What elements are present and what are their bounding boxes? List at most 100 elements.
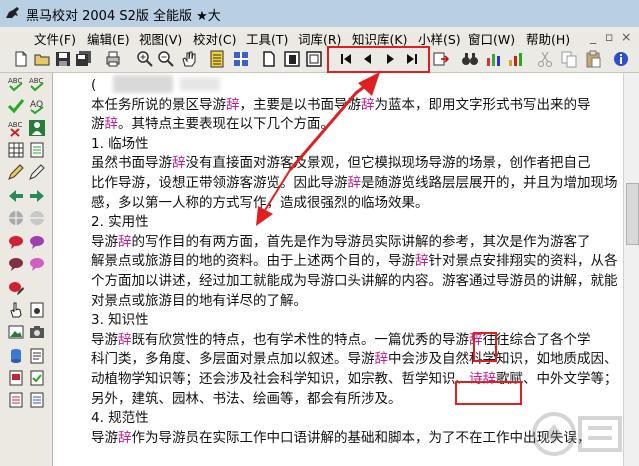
highlighted-word: 辞 <box>118 331 132 348</box>
blurred-region <box>113 75 173 93</box>
comment-red-icon[interactable] <box>7 233 25 251</box>
doc-check-icon[interactable] <box>28 369 46 387</box>
menu-tools[interactable]: 工具(T) <box>246 29 288 48</box>
document-line: 另外，建筑、园林、书法、绘画等，都会有所涉及。 <box>91 390 402 410</box>
menu-window[interactable]: 窗口(W) <box>468 29 515 48</box>
zoom-out-icon[interactable] <box>157 50 175 68</box>
save-all-icon[interactable] <box>75 50 93 68</box>
mdi-close-icon[interactable]: × <box>621 29 631 44</box>
title-bar: 黑马校对 2004 S2版 全能版 ★大 <box>0 0 639 28</box>
info-icon[interactable] <box>612 50 630 68</box>
document-line: 导游辞作为导游员在实际工作中口语讲解的基础和脚本，为了不在工作中出现失误， <box>91 429 591 449</box>
document-line: 游辞。其特点主要表现在以下几个方面。 <box>91 115 334 135</box>
text-segment: 导游 <box>91 331 118 348</box>
document-line: 科门类，多角度、多层面对景点加以叙述。导游辞中会涉及自然科学知识，如地质成因、 <box>91 350 618 370</box>
left-tool-sidebar: ABC ABC AQ ABC <box>0 73 53 466</box>
menu-edit[interactable]: 编辑(E) <box>87 29 130 48</box>
window-title: 黑马校对 2004 S2版 全能版 ★大 <box>26 9 221 24</box>
comment-pencil-icon[interactable] <box>7 279 25 297</box>
doc-text-icon[interactable] <box>28 347 46 365</box>
globe-alt-icon[interactable] <box>28 209 46 227</box>
text-segment: 没有直接面对游客及景观，但它模拟现场导游的场景，创作者把自己 <box>185 155 591 172</box>
arrow-left-icon[interactable] <box>7 187 25 205</box>
menu-help[interactable]: 帮助(H) <box>526 29 570 48</box>
comment-pink-icon[interactable] <box>28 255 46 273</box>
page-double-icon[interactable] <box>283 50 301 68</box>
scrollbar-thumb[interactable] <box>626 183 639 245</box>
text-segment: 往往综合了各个学 <box>482 331 591 348</box>
grid-icon[interactable] <box>232 50 250 68</box>
hand-icon[interactable] <box>180 50 198 68</box>
menu-bar: 文件(F) 编辑(E) 视图(V) 校对(C) 工具(T) 词库(R) 知识库(… <box>0 27 639 47</box>
text-segment: ( <box>91 77 97 93</box>
menu-proofread[interactable]: 校对(C) <box>193 29 236 48</box>
text-segment: 为蓝本，即用文字形式书写出来的导 <box>374 96 591 113</box>
check-q-icon[interactable]: AQ <box>28 97 46 115</box>
text-segment: 导游 <box>91 429 118 446</box>
page-multi-icon[interactable] <box>305 50 323 68</box>
pencil-check-icon[interactable] <box>7 163 25 181</box>
abc-check-icon[interactable]: ABC <box>7 75 25 93</box>
photo-icon[interactable] <box>7 323 25 341</box>
print-icon[interactable] <box>104 50 122 68</box>
highlighted-word: 辞 <box>172 155 186 172</box>
text-segment: 感，多以第一人称的方式写作，造成很强烈的临场效果。 <box>91 194 429 211</box>
doc-red-icon[interactable] <box>7 391 25 409</box>
save-icon[interactable] <box>54 50 72 68</box>
new-doc-icon[interactable] <box>12 50 30 68</box>
cut-icon[interactable] <box>536 50 554 68</box>
notes-icon[interactable] <box>208 50 226 68</box>
text-segment: 4. 规范性 <box>91 410 149 427</box>
document-line: 虽然书面导游辞没有直接面对游客及景观，但它模拟现场导游的场景，创作者把自己 <box>91 154 591 174</box>
bar-chart-icon[interactable] <box>507 50 525 68</box>
camera-icon[interactable] <box>28 323 46 341</box>
hand-pointer-icon[interactable] <box>7 301 25 319</box>
document-line: 感，多以第一人称的方式写作，造成很强烈的临场效果。 <box>91 194 429 214</box>
open-folder-icon[interactable] <box>33 50 51 68</box>
person-icon[interactable] <box>28 119 46 137</box>
binoculars-icon[interactable] <box>461 50 479 68</box>
copy-icon[interactable] <box>560 50 578 68</box>
doc-stamp-icon[interactable] <box>28 301 46 319</box>
abc-x-icon[interactable]: ABC <box>7 119 25 137</box>
table-grid-icon[interactable] <box>7 141 25 159</box>
pencil-icon[interactable] <box>28 163 46 181</box>
page-navigation-highlight <box>327 46 430 73</box>
menu-view[interactable]: 视图(V) <box>139 29 182 48</box>
page-icon[interactable] <box>260 50 278 68</box>
text-segment: 的写作目的有两方面，首先是作为导游员实际讲解的参考，其次是作为游客了 <box>131 233 591 250</box>
text-segment: 比作导游，设想正带领游客游览。因此导游 <box>91 175 348 191</box>
doc-list-icon[interactable] <box>28 141 46 159</box>
mdi-restore-icon[interactable]: ▫ <box>605 29 613 44</box>
mdi-minimize-icon[interactable]: _ <box>590 29 596 44</box>
doc-image-icon[interactable] <box>7 369 25 387</box>
abc-check-alt-icon[interactable]: ABC <box>28 75 46 93</box>
paste-icon[interactable] <box>584 50 602 68</box>
doc-blue-icon[interactable] <box>28 391 46 409</box>
watermark-logo-icon <box>532 412 622 456</box>
document-line: 导游辞既有欣赏性的特点，也有学术性的特点。一篇优秀的导游辞往往综合了各个学 <box>91 331 591 351</box>
text-segment: 个方面加以讲述，经过加工就能成为导游口头讲解的内容。游客通过导游员的讲解，就能 <box>91 273 618 289</box>
text-segment: 既有欣赏性的特点，也有学术性的特点。一篇优秀的导游 <box>131 331 470 348</box>
text-segment: 科门类，多角度、多层面对景点加以叙述。导游 <box>91 351 375 368</box>
check-mark-icon[interactable] <box>7 97 25 115</box>
export-icon[interactable] <box>432 50 450 68</box>
text-segment: 解景点或旅游目的地的资料。由于上述两个目的，导游 <box>91 253 415 270</box>
chart-icon[interactable] <box>485 50 503 68</box>
text-segment: 是随游览线路层层展开的，并且为增加现场 <box>361 175 618 191</box>
comment-purple-icon[interactable] <box>28 233 46 251</box>
arrow-right-icon[interactable] <box>28 187 46 205</box>
globe-icon[interactable] <box>7 209 25 227</box>
text-segment: 导游 <box>91 233 118 250</box>
menu-file[interactable]: 文件(F) <box>34 29 76 48</box>
text-segment: 虽然书面导游 <box>91 155 172 172</box>
highlighted-word: 辞 <box>361 96 375 113</box>
document-line: 2. 实用性 <box>91 213 149 233</box>
zoom-in-icon[interactable] <box>136 50 154 68</box>
document-line: 3. 知识性 <box>91 311 149 331</box>
highlighted-word: 辞 <box>226 96 240 113</box>
cylinder-icon[interactable] <box>7 347 25 365</box>
text-segment: 作为导游员在实际工作中口语讲解的基础和脚本，为了不在工作中出现失误， <box>131 429 591 446</box>
comment-dark-icon[interactable] <box>7 255 25 273</box>
text-segment: 。其特点主要表现在以下几个方面。 <box>118 116 334 133</box>
